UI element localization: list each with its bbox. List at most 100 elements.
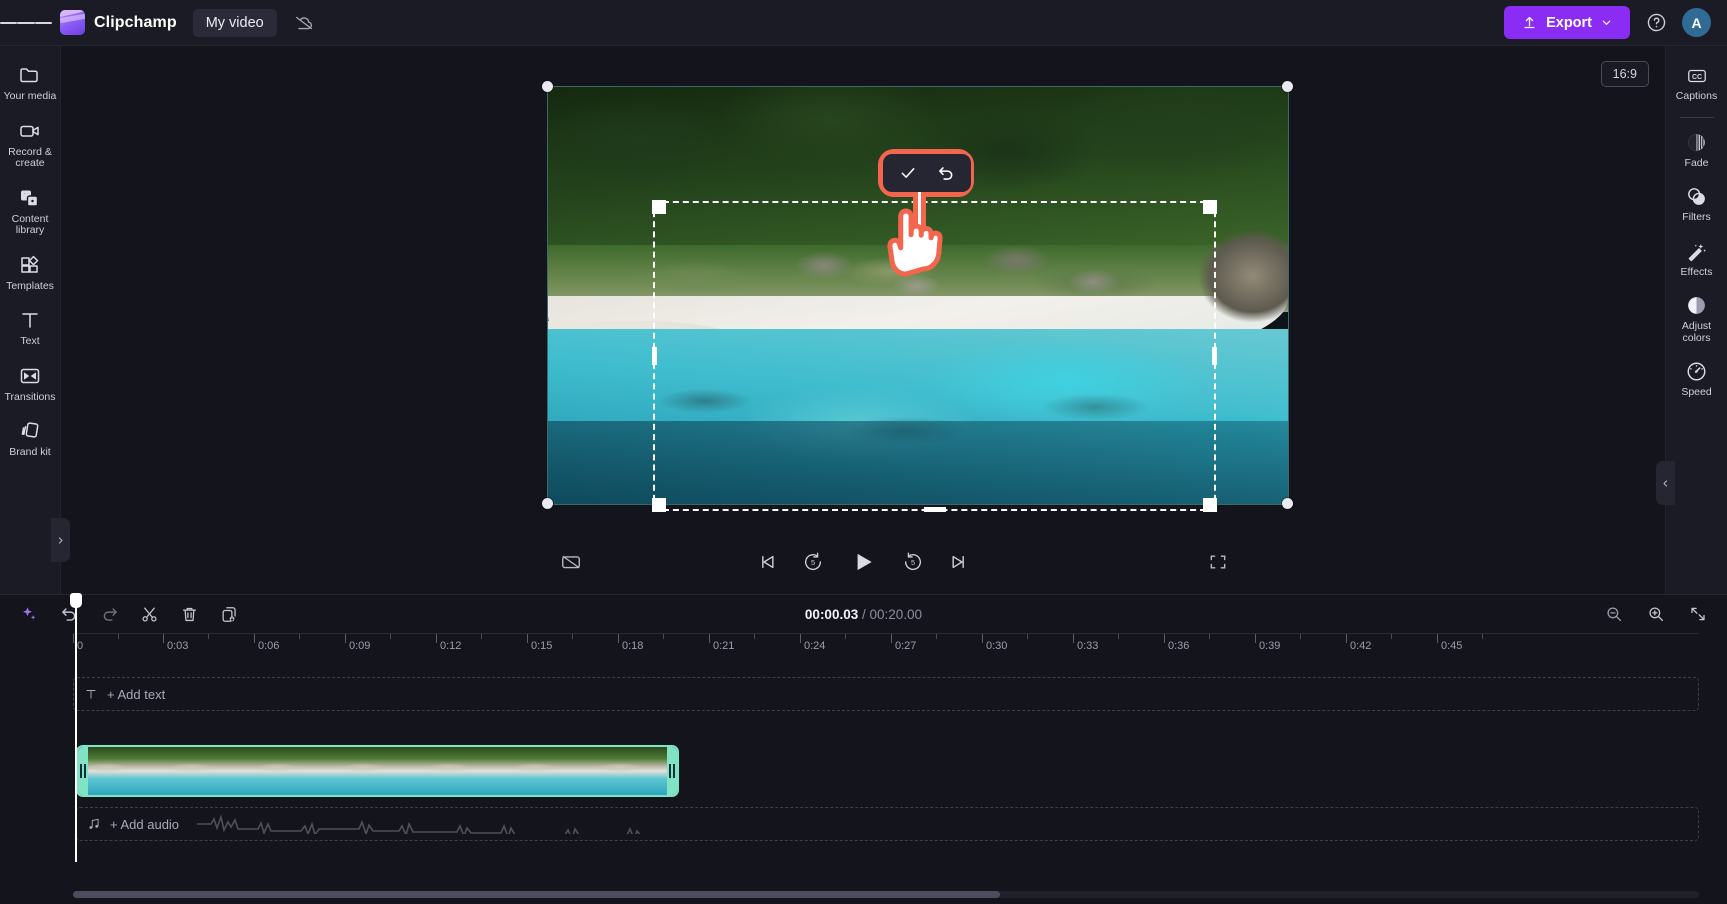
scrollbar-thumb[interactable] [73, 891, 1000, 898]
timeline-ruler[interactable]: 0 0:03 0:06 0:09 0:12 0:15 0:18 0:21 0:2… [73, 633, 1699, 663]
clipchamp-logo-icon [60, 10, 85, 35]
add-audio-track[interactable]: + Add audio [76, 807, 1699, 841]
forward-5-seconds-button[interactable]: 5 [898, 547, 928, 577]
timeline-playhead[interactable] [70, 593, 82, 862]
redo-button[interactable] [96, 601, 122, 627]
crop-confirm-button[interactable] [891, 159, 925, 187]
magic-wand-icon [1685, 240, 1708, 263]
right-item-captions[interactable]: CC Captions [1666, 56, 1727, 110]
video-preview[interactable] [547, 86, 1289, 505]
ruler-label: 0:09 [349, 640, 371, 652]
aspect-ratio-badge[interactable]: 16:9 [1600, 61, 1649, 87]
sidebar-item-text[interactable]: Text [0, 299, 61, 355]
timeline-tool-group [16, 601, 242, 627]
text-t-icon [84, 687, 98, 701]
timeline-tracks: + Add text + Add audio [73, 677, 1699, 841]
transitions-icon [18, 364, 42, 388]
selection-handle-bottom-right[interactable] [1282, 498, 1293, 509]
audio-waveform [197, 814, 641, 834]
selection-handle-bottom-left[interactable] [542, 498, 553, 509]
add-audio-label: + Add audio [110, 816, 180, 832]
video-frame-image [548, 87, 1288, 504]
zoom-out-button[interactable] [1601, 601, 1627, 627]
right-item-filters[interactable]: Filters [1666, 176, 1727, 231]
video-clip[interactable] [76, 745, 679, 797]
sidebar-item-templates[interactable]: Templates [0, 244, 61, 300]
rewind-5-seconds-button[interactable]: 5 [798, 547, 828, 577]
ruler-label: 0:06 [258, 640, 280, 652]
avatar[interactable]: A [1682, 8, 1711, 37]
brand: Clipchamp [60, 10, 177, 35]
sidebar-item-label: Text [20, 335, 40, 347]
hamburger-menu-icon[interactable] [0, 0, 52, 46]
fullscreen-icon[interactable] [1203, 547, 1233, 577]
templates-grid-icon [18, 253, 42, 277]
ruler-label: 0:27 [895, 640, 917, 652]
delete-button[interactable] [176, 601, 202, 627]
timeline-toolbar: 00:00.03 / 00:20.00 [0, 595, 1727, 633]
ruler-label: 0:03 [167, 640, 189, 652]
captions-toggle-button[interactable] [556, 547, 586, 577]
svg-text:CC: CC [1691, 74, 1701, 81]
content-library-icon [18, 186, 42, 210]
contrast-icon [1685, 294, 1708, 317]
right-item-adjust-colors[interactable]: Adjust colors [1666, 285, 1727, 351]
play-button[interactable] [844, 543, 882, 581]
clip-trim-handle-right[interactable] [667, 747, 677, 795]
speedometer-icon [1685, 360, 1708, 383]
brand-kit-icon [18, 419, 42, 443]
timeline-horizontal-scrollbar[interactable] [73, 891, 1699, 898]
right-item-label: Adjust colors [1681, 320, 1712, 344]
brand-name: Clipchamp [94, 13, 177, 31]
fit-to-screen-button[interactable] [1685, 601, 1711, 627]
chevron-down-icon [1601, 17, 1612, 28]
ruler-label: 0:42 [1350, 640, 1372, 652]
right-item-fade[interactable]: Fade [1666, 122, 1727, 177]
captions-off-icon[interactable] [556, 547, 586, 577]
transport-controls: 5 5 [752, 543, 974, 581]
cloud-off-icon[interactable] [291, 10, 317, 36]
sidebar-item-transitions[interactable]: Transitions [0, 355, 61, 411]
project-name-field[interactable]: My video [192, 8, 277, 37]
clip-thumbnail [334, 747, 421, 795]
sidebar-item-label: Content library [11, 212, 49, 236]
right-sidebar-collapse-button[interactable] [1656, 461, 1675, 505]
filters-icon [1685, 185, 1708, 208]
selection-handle-top-right[interactable] [1282, 81, 1293, 92]
skip-to-start-button[interactable] [752, 547, 782, 577]
sidebar-item-your-media[interactable]: Your media [0, 54, 61, 110]
sidebar-item-record-create[interactable]: Record & create [0, 110, 61, 177]
topbar-actions: Export A [1504, 6, 1727, 39]
time-separator: / [861, 606, 866, 622]
right-item-label: Effects [1680, 265, 1713, 278]
right-item-speed[interactable]: Speed [1666, 351, 1727, 406]
help-icon[interactable] [1643, 10, 1669, 36]
selection-handle-top-left[interactable] [542, 81, 553, 92]
ruler-label: 0 [77, 640, 84, 652]
add-text-track[interactable]: + Add text [73, 677, 1699, 711]
crop-reset-button[interactable] [929, 159, 963, 187]
fade-icon [1685, 131, 1708, 154]
player-controls: 5 5 [61, 530, 1665, 594]
zoom-in-button[interactable] [1643, 601, 1669, 627]
text-t-icon [18, 308, 42, 332]
fullscreen-button[interactable] [1203, 547, 1233, 577]
clip-thumbnail [163, 747, 250, 795]
right-item-effects[interactable]: Effects [1666, 231, 1727, 286]
ruler-label: 0:18 [622, 640, 644, 652]
skip-to-end-button[interactable] [944, 547, 974, 577]
left-sidebar-collapse-button[interactable] [51, 518, 70, 562]
right-item-label: Fade [1684, 156, 1709, 169]
clip-trim-handle-left[interactable] [78, 747, 88, 795]
clip-thumbnail [591, 747, 677, 795]
export-label: Export [1546, 14, 1592, 31]
music-note-icon [87, 817, 101, 831]
sidebar-item-content-library[interactable]: Content library [0, 177, 61, 244]
split-button[interactable] [136, 601, 162, 627]
video-camera-icon [18, 119, 42, 143]
sidebar-item-brand-kit[interactable]: Brand kit [0, 410, 61, 466]
crop-handle-bottom[interactable] [923, 507, 946, 512]
export-button[interactable]: Export [1504, 6, 1630, 39]
ai-sparkle-button[interactable] [16, 601, 42, 627]
duplicate-clip-button[interactable] [216, 601, 242, 627]
